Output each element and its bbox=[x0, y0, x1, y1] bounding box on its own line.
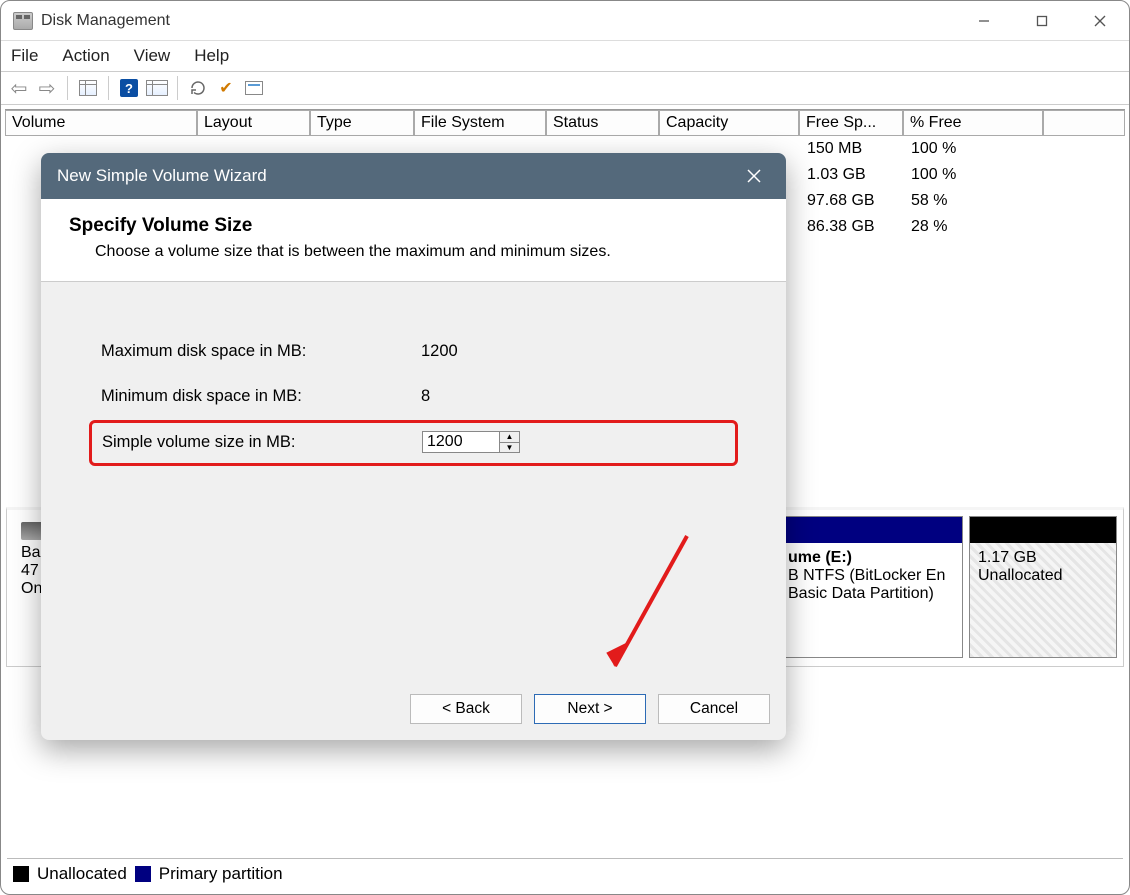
cell-pct: 100 % bbox=[905, 162, 962, 188]
properties-icon[interactable] bbox=[242, 76, 266, 100]
min-disk-value: 8 bbox=[421, 387, 430, 406]
legend-primary: Primary partition bbox=[159, 864, 283, 884]
partition-unallocated[interactable]: 1.17 GB Unallocated bbox=[969, 516, 1117, 658]
cell-free: 86.38 GB bbox=[801, 214, 905, 240]
new-simple-volume-wizard: New Simple Volume Wizard Specify Volume … bbox=[41, 153, 786, 740]
menu-action[interactable]: Action bbox=[62, 46, 109, 66]
wizard-title-bar: New Simple Volume Wizard bbox=[41, 153, 786, 199]
toolbar-separator bbox=[108, 76, 109, 100]
menu-bar: File Action View Help bbox=[1, 41, 1129, 71]
cell-free: 97.68 GB bbox=[801, 188, 905, 214]
min-disk-label: Minimum disk space in MB: bbox=[101, 387, 421, 406]
cell-free: 150 MB bbox=[801, 136, 905, 162]
legend-swatch-primary bbox=[135, 866, 151, 882]
next-button[interactable]: Next > bbox=[534, 694, 646, 724]
partition-size: 1.17 GB bbox=[978, 549, 1108, 567]
wizard-subheading: Choose a volume size that is between the… bbox=[95, 243, 758, 261]
col-volume[interactable]: Volume bbox=[5, 110, 197, 136]
col-freespace[interactable]: Free Sp... bbox=[799, 110, 903, 136]
toolbar-separator bbox=[177, 76, 178, 100]
close-button[interactable] bbox=[1071, 1, 1129, 41]
checkmark-icon[interactable]: ✔ bbox=[214, 76, 238, 100]
spinner-up-icon[interactable]: ▲ bbox=[500, 432, 519, 443]
nav-forward-icon[interactable] bbox=[35, 76, 59, 100]
back-button[interactable]: < Back bbox=[410, 694, 522, 724]
col-filesystem[interactable]: File System bbox=[414, 110, 546, 136]
nav-back-icon[interactable] bbox=[7, 76, 31, 100]
max-disk-label: Maximum disk space in MB: bbox=[101, 342, 421, 361]
view-grid-icon[interactable] bbox=[76, 76, 100, 100]
partition-status: Unallocated bbox=[978, 567, 1108, 585]
wizard-buttons: < Back Next > Cancel bbox=[410, 694, 770, 724]
wizard-header: Specify Volume Size Choose a volume size… bbox=[41, 199, 786, 282]
menu-view[interactable]: View bbox=[134, 46, 171, 66]
cancel-button[interactable]: Cancel bbox=[658, 694, 770, 724]
partition-color-bar bbox=[970, 517, 1116, 543]
col-layout[interactable]: Layout bbox=[197, 110, 310, 136]
max-disk-value: 1200 bbox=[421, 342, 458, 361]
app-icon bbox=[13, 12, 33, 30]
col-type[interactable]: Type bbox=[310, 110, 414, 136]
volume-size-input[interactable] bbox=[422, 431, 500, 453]
cell-pct: 28 % bbox=[905, 214, 953, 240]
menu-file[interactable]: File bbox=[11, 46, 38, 66]
col-capacity[interactable]: Capacity bbox=[659, 110, 799, 136]
volume-size-label: Simple volume size in MB: bbox=[102, 433, 422, 452]
minimize-button[interactable] bbox=[955, 1, 1013, 41]
legend-unallocated: Unallocated bbox=[37, 864, 127, 884]
partition-color-bar bbox=[780, 517, 962, 543]
help-icon[interactable]: ? bbox=[117, 76, 141, 100]
toolbar: ? ✔ bbox=[1, 71, 1129, 105]
maximize-button[interactable] bbox=[1013, 1, 1071, 41]
panel-icon[interactable] bbox=[145, 76, 169, 100]
title-bar: Disk Management bbox=[1, 1, 1129, 41]
menu-help[interactable]: Help bbox=[194, 46, 229, 66]
partition-e[interactable]: ume (E:) B NTFS (BitLocker En Basic Data… bbox=[779, 516, 963, 658]
wizard-title: New Simple Volume Wizard bbox=[57, 166, 267, 186]
spinner-down-icon[interactable]: ▼ bbox=[500, 443, 519, 453]
legend: Unallocated Primary partition bbox=[7, 858, 1123, 888]
volume-size-spinner[interactable]: ▲ ▼ bbox=[422, 431, 520, 453]
col-spacer bbox=[1043, 110, 1125, 136]
cell-pct: 100 % bbox=[905, 136, 962, 162]
toolbar-separator bbox=[67, 76, 68, 100]
partition-desc: Basic Data Partition) bbox=[788, 585, 954, 603]
table-header-row: Volume Layout Type File System Status Ca… bbox=[5, 110, 1125, 136]
wizard-close-button[interactable] bbox=[738, 160, 770, 192]
wizard-body: Maximum disk space in MB: 1200 Minimum d… bbox=[41, 282, 786, 466]
partition-fs: B NTFS (BitLocker En bbox=[788, 567, 954, 585]
window-title: Disk Management bbox=[41, 12, 170, 30]
cell-pct: 58 % bbox=[905, 188, 953, 214]
col-status[interactable]: Status bbox=[546, 110, 659, 136]
window-controls bbox=[955, 1, 1129, 41]
wizard-heading: Specify Volume Size bbox=[69, 215, 758, 237]
refresh-icon[interactable] bbox=[186, 76, 210, 100]
size-highlight-annotation: Simple volume size in MB: ▲ ▼ bbox=[89, 420, 738, 466]
cell-free: 1.03 GB bbox=[801, 162, 905, 188]
partition-title: ume (E:) bbox=[788, 549, 954, 567]
legend-swatch-unallocated bbox=[13, 866, 29, 882]
col-pctfree[interactable]: % Free bbox=[903, 110, 1043, 136]
